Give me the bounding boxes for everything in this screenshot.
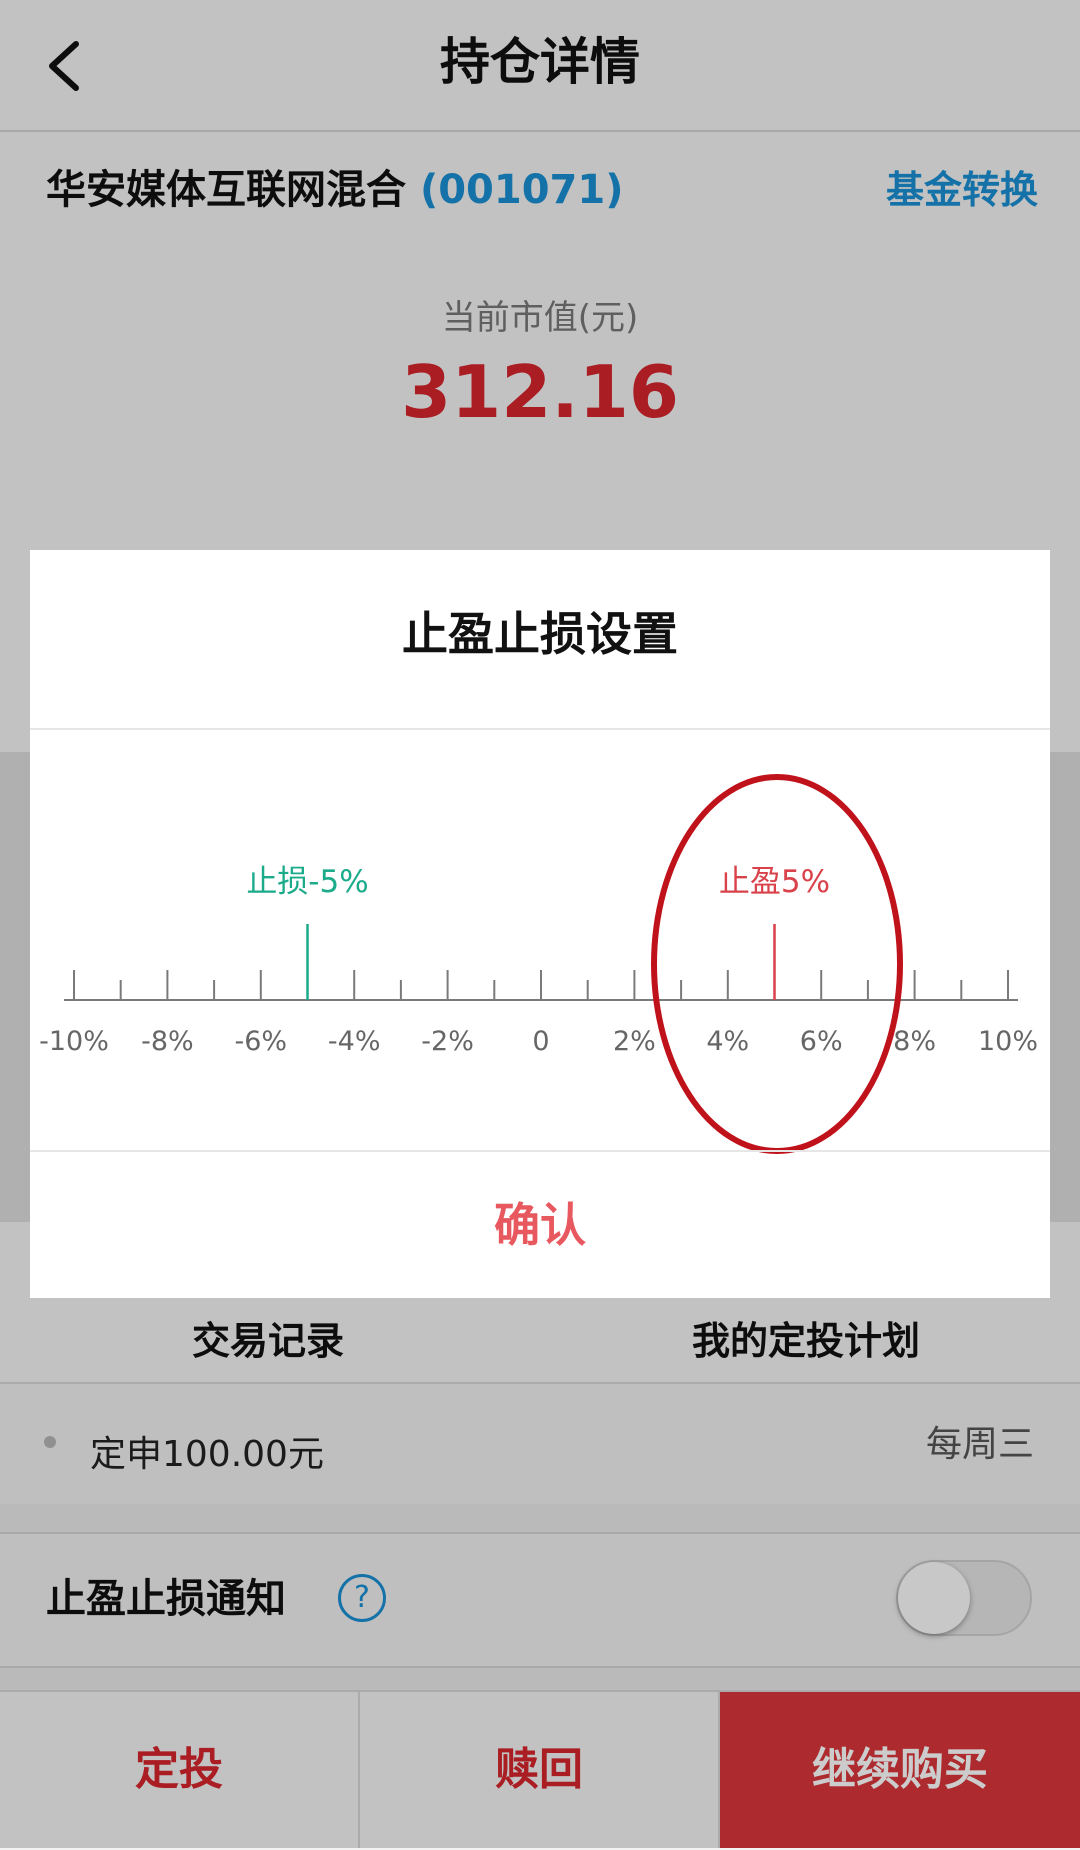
ruler-tick-label: 10% [978,1026,1038,1057]
ruler-tick-label: -8% [141,1026,194,1057]
ruler-tick-label: -2% [421,1026,474,1057]
highlight-circle [651,774,903,1154]
ruler-tick-label: 2% [613,1026,656,1057]
ruler-tick-label: -4% [328,1026,381,1057]
stop-loss-label: 止损-5% [246,864,368,900]
ruler-tick-label: -10% [39,1026,109,1057]
ruler-tick-label: 8% [893,1026,936,1057]
ruler-tick-label: -6% [235,1026,288,1057]
confirm-button[interactable]: 确认 [30,1152,1050,1298]
dialog-title: 止盈止损设置 [402,607,678,661]
ruler-tick-label: 0 [532,1026,549,1057]
